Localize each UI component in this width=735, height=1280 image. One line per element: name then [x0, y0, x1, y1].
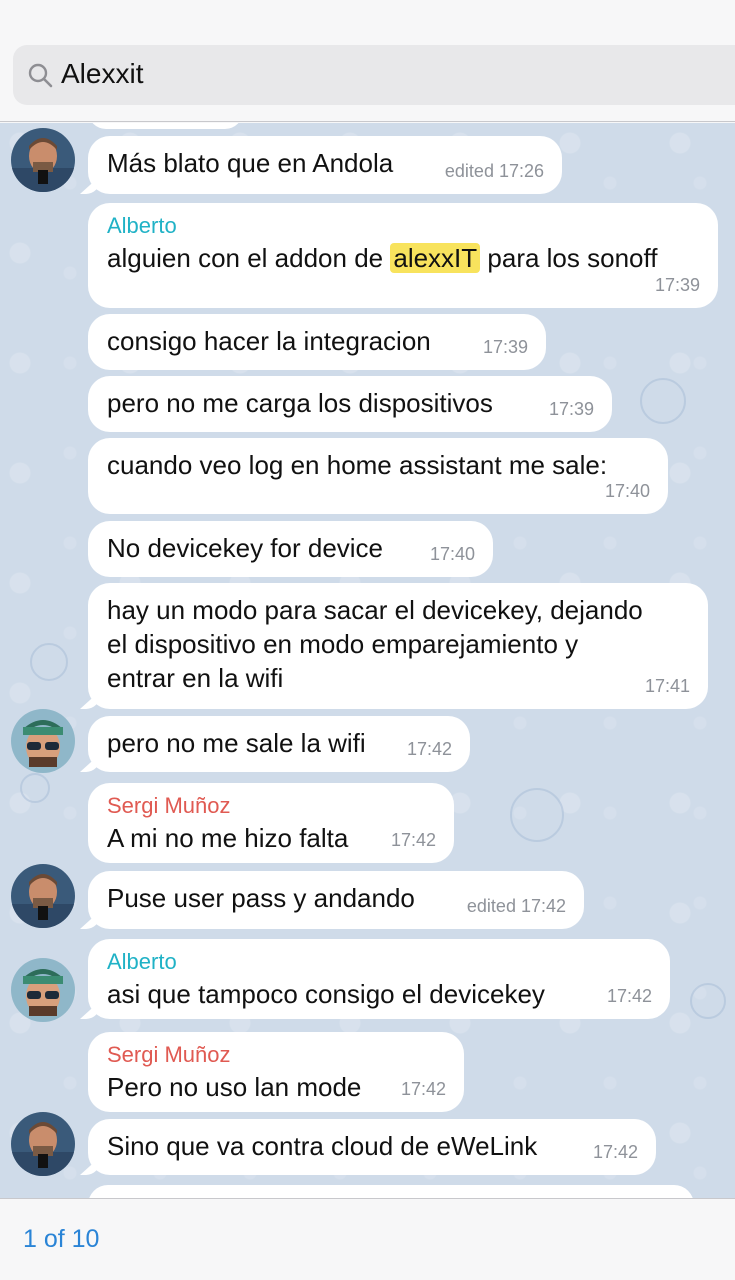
message-text: Sino que va contra cloud de eWeLink: [107, 1131, 538, 1161]
message-text: pero no me carga los dispositivos: [107, 388, 493, 418]
message-bubble[interactable]: consigo hacer la integracion 17:39: [88, 314, 546, 370]
message-bubble[interactable]: Sergi Muñoz A mi no me hizo falta 17:42: [88, 783, 454, 863]
bubble-tail: [80, 176, 100, 194]
avatar-user-1[interactable]: [11, 1112, 75, 1176]
message-time: 17:39: [548, 399, 594, 419]
chat-messages[interactable]: Más blato que en Andola edited 17:26 Alb…: [0, 123, 735, 1198]
search-header: Alexxit: [0, 0, 735, 122]
message-text: Pero no uso lan mode: [107, 1072, 362, 1102]
sender-name[interactable]: Alberto: [107, 213, 698, 239]
search-bar[interactable]: Alexxit: [13, 45, 735, 105]
message-text: pero no me sale la wifi: [107, 728, 366, 758]
message-time: 17:42: [390, 830, 436, 850]
sender-name[interactable]: Alberto: [107, 949, 650, 975]
message-time: edited 17:42: [466, 896, 566, 916]
avatar-man-icon: [11, 128, 75, 192]
message-bubble[interactable]: Sino que va contra cloud de eWeLink 17:4…: [80, 1119, 656, 1175]
avatar-man-sunglasses-icon: [11, 958, 75, 1022]
search-result-counter[interactable]: 1 of 10: [23, 1224, 99, 1254]
message-time: 17:42: [406, 739, 452, 759]
message-text: cuando veo log en home assistant me sale…: [107, 450, 608, 480]
sender-name[interactable]: Sergi Muñoz: [107, 1042, 444, 1068]
message-bubble[interactable]: Sergi Muñoz Pero no uso lan mode 17:42: [88, 1032, 464, 1112]
search-results-bar: 1 of 10: [0, 1198, 735, 1280]
search-highlight: alexxIT: [390, 243, 481, 273]
message-line: hay un modo para sacar el devicekey, dej…: [107, 595, 643, 625]
message-time: 17:40: [429, 544, 475, 564]
avatar-user-2[interactable]: [11, 709, 75, 773]
message-text: asi que tampoco consigo el devicekey: [107, 979, 545, 1009]
avatar-man-icon: [11, 864, 75, 928]
wallpaper-doodle: [20, 773, 50, 803]
message-time: 17:42: [400, 1079, 446, 1099]
message-time: 17:42: [606, 986, 652, 1006]
sender-name[interactable]: Sergi Muñoz: [107, 793, 434, 819]
message-bubble[interactable]: pero no me carga los dispositivos 17:39: [88, 376, 612, 432]
message-bubble-partial: [88, 123, 243, 129]
message-time: 17:40: [604, 481, 650, 501]
message-bubble-partial: [88, 1185, 694, 1198]
message-text: No devicekey for device: [107, 533, 384, 563]
bubble-tail: [80, 691, 100, 709]
message-text: consigo hacer la integracion: [107, 326, 431, 356]
wallpaper-doodle: [30, 643, 68, 681]
search-icon: [28, 63, 53, 88]
message-time: 17:41: [644, 676, 690, 696]
message-bubble[interactable]: hay un modo para sacar el devicekey, dej…: [80, 583, 708, 709]
message-text: A mi no me hizo falta: [107, 823, 349, 853]
message-bubble[interactable]: No devicekey for device 17:40: [88, 521, 493, 577]
avatar-man-icon: [11, 1112, 75, 1176]
bubble-tail: [80, 1001, 100, 1019]
message-bubble[interactable]: pero no me sale la wifi 17:42: [80, 716, 470, 772]
message-time: 17:42: [592, 1142, 638, 1162]
wallpaper-doodle: [510, 788, 564, 842]
message-line: el dispositivo en modo emparejamiento y: [107, 629, 579, 659]
message-time: edited 17:26: [444, 161, 544, 181]
search-input[interactable]: Alexxit: [61, 57, 143, 91]
message-bubble[interactable]: Puse user pass y andando edited 17:42: [80, 871, 584, 929]
message-text-part: para los sonoff: [480, 243, 658, 273]
avatar-user-1[interactable]: [11, 864, 75, 928]
message-bubble[interactable]: Alberto alguien con el addon de alexxIT …: [88, 203, 718, 308]
bubble-tail: [80, 1157, 100, 1175]
message-text: hay un modo para sacar el devicekey, dej…: [107, 593, 688, 695]
message-bubble[interactable]: Alberto asi que tampoco consigo el devic…: [80, 939, 670, 1019]
message-time: 17:39: [482, 337, 528, 357]
message-bubble[interactable]: cuando veo log en home assistant me sale…: [88, 438, 668, 514]
message-line: entrar en la wifi: [107, 663, 284, 693]
avatar-man-sunglasses-icon: [11, 709, 75, 773]
message-text-part: alguien con el addon de: [107, 243, 391, 273]
message-bubble[interactable]: Más blato que en Andola edited 17:26: [80, 136, 562, 194]
wallpaper-doodle: [640, 378, 686, 424]
avatar-user-1[interactable]: [11, 128, 75, 192]
message-time: 17:39: [654, 275, 700, 295]
bubble-tail: [80, 754, 100, 772]
avatar-user-2[interactable]: [11, 958, 75, 1022]
wallpaper-doodle: [690, 983, 726, 1019]
message-text: alguien con el addon de alexxIT para los…: [107, 241, 698, 275]
bubble-tail: [80, 911, 100, 929]
